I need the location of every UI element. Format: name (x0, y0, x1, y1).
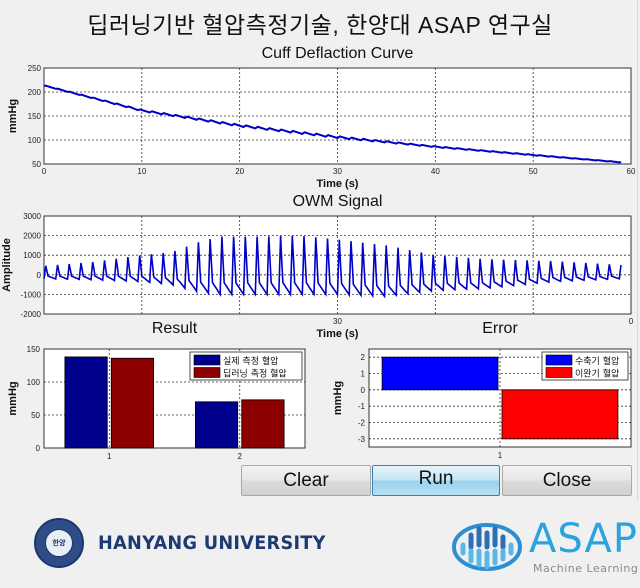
x-tick-label: 30 (333, 167, 342, 176)
bar-a (64, 356, 108, 449)
x-tick-label: 0 (42, 167, 47, 176)
owm-signal-plot[interactable]: 30 0 -2000 -1000 0 1000 2000 3000 Time (s) Ampl… (1, 212, 634, 340)
x-tick-label: 1 (107, 452, 112, 461)
bar-a (381, 356, 499, 391)
error-legend: 수축기 혈압이완기 혈압 (541, 351, 629, 381)
bar-a (194, 401, 239, 449)
cuff-x-label: Time (s) (317, 178, 359, 190)
asap-waveform-icon (452, 523, 522, 571)
result-y-label: mmHg (7, 381, 19, 415)
x-tick-label: 20 (235, 167, 244, 176)
hanyang-university-logo: 한양 HANYANG UNIVERSITY (34, 518, 343, 568)
legend-label: 수축기 혈압 (575, 355, 619, 367)
x-tick-label: 50 (529, 167, 538, 176)
y-tick-label: 250 (28, 64, 42, 73)
y-tick-label: -1 (358, 402, 366, 411)
owm-y-label: Amplitude (1, 238, 13, 292)
asap-subtitle: Machine Learning (533, 562, 639, 575)
hanyang-seal-text: 한양 (45, 529, 73, 557)
y-tick-label: 150 (27, 345, 41, 354)
result-legend: 실제 측정 혈압딥러닝 측정 혈압 (189, 351, 303, 381)
bar-b (501, 389, 619, 440)
x-tick-label: 1 (498, 451, 503, 460)
y-tick-label: 0 (37, 271, 42, 280)
cuff-y-label: mmHg (7, 99, 19, 133)
y-tick-label: 2 (361, 353, 366, 362)
close-button[interactable]: Close (502, 465, 632, 496)
y-tick-label: 50 (32, 160, 41, 169)
plots-canvas: 0 10 20 30 40 50 6050100150200250 Time (s) mmH… (1, 64, 636, 461)
x-tick-label: 10 (137, 167, 146, 176)
y-tick-label: -1000 (21, 290, 42, 299)
legend-swatch (193, 367, 221, 378)
legend-label: 이완기 혈압 (575, 368, 619, 380)
cuff-deflation-plot[interactable]: 0 10 20 30 40 50 60 50 100 150 200 250 Time (s) mmH… (7, 64, 636, 190)
y-tick-label: 100 (27, 378, 41, 387)
y-tick-label: -3 (358, 435, 366, 444)
y-tick-label: -2 (358, 419, 366, 428)
asap-name: ASAP (529, 516, 638, 562)
result-bar-plot[interactable]: 1 2 0 50 100 150 실제 측정 혈압딥러닝 측정 혈압 mmHg (7, 345, 306, 461)
error-bar-plot[interactable]: 1 -3 -2 -1 0 1 2 수축기 혈압이완기 혈압 mmHg (332, 348, 632, 460)
y-tick-label: 150 (28, 112, 42, 121)
bar-b (241, 399, 285, 449)
legend-swatch (545, 367, 573, 378)
x-tick-label: 40 (431, 167, 440, 176)
x-tick-label: 2 (238, 452, 243, 461)
run-button[interactable]: Run (372, 465, 500, 496)
clear-button[interactable]: Clear (241, 465, 371, 496)
y-tick-label: 100 (28, 136, 42, 145)
y-tick-label: 2000 (23, 232, 41, 241)
x-tick-label: 30 (333, 317, 342, 326)
y-tick-label: 0 (36, 444, 41, 453)
y-tick-label: 1 (361, 370, 366, 379)
error-y-label: mmHg (332, 381, 344, 415)
y-tick-label: 0 (361, 386, 366, 395)
y-tick-label: 3000 (23, 212, 41, 221)
legend-label: 딥러닝 측정 혈압 (223, 368, 287, 380)
legend-swatch (545, 354, 573, 366)
y-tick-label: 200 (28, 88, 42, 97)
y-tick-label: 1000 (23, 251, 41, 260)
legend-swatch (193, 354, 221, 366)
owm-x-label: Time (s) (317, 328, 359, 340)
hanyang-seal-icon: 한양 (34, 518, 84, 568)
asap-lab-logo: ASAP Machine Learning (449, 515, 639, 581)
hanyang-university-name: HANYANG UNIVERSITY (98, 532, 326, 554)
x-tick-label: 60 (627, 167, 636, 176)
y-tick-label: 50 (31, 411, 40, 420)
x-tick-label: 0 (629, 317, 634, 326)
legend-label: 실제 측정 혈압 (223, 355, 278, 367)
y-tick-label: -2000 (21, 310, 42, 319)
bar-b (110, 357, 155, 449)
app-window: 딥러닝기반 혈압측정기술, 한양대 ASAP 연구실 Cuff Deflacti… (0, 0, 640, 588)
